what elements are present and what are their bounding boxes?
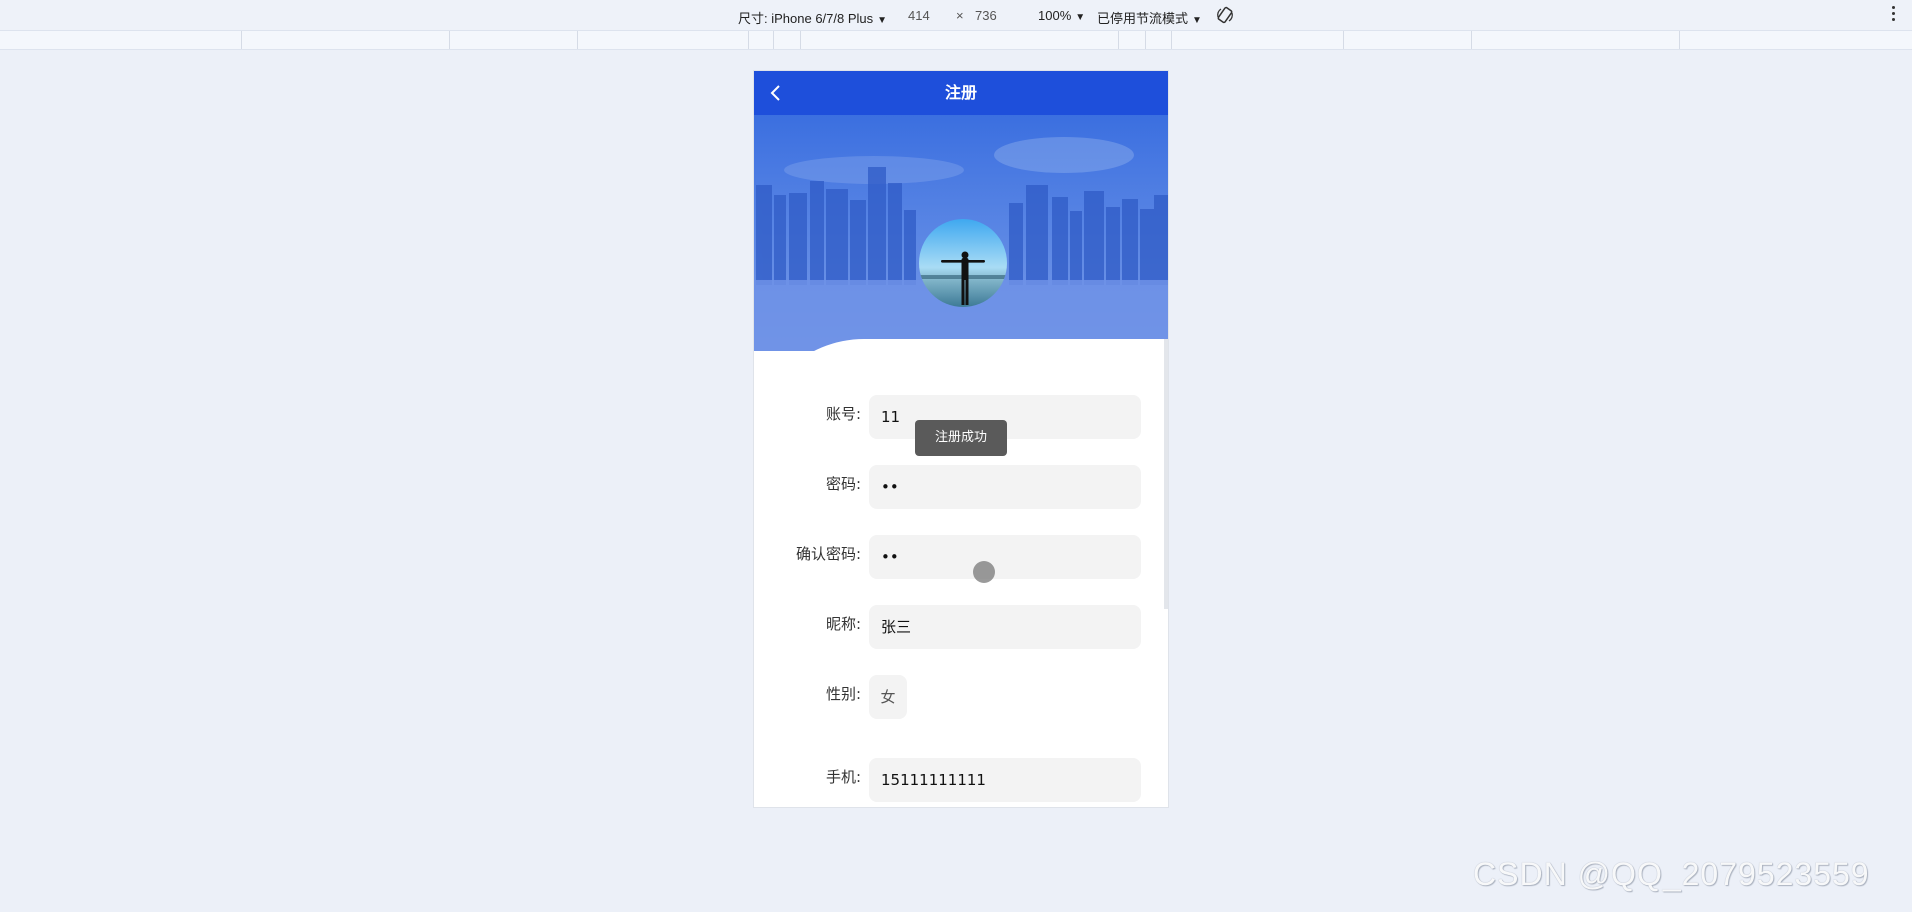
phone-label: 手机: [825, 768, 861, 786]
throttle-select[interactable]: 已停用节流模式 ▼ [1097, 8, 1202, 27]
zoom-select[interactable]: 100% ▼ [1038, 8, 1085, 23]
media-query-ruler [0, 31, 1912, 50]
gender-label: 性别: [825, 685, 861, 703]
device-select[interactable]: 尺寸: iPhone 6/7/8 Plus ▼ [738, 8, 887, 27]
phone-input[interactable]: 15111111111 [869, 758, 1141, 802]
toast-message: 注册成功 [915, 420, 1007, 456]
gender-picker[interactable]: 女 [869, 675, 907, 719]
caret-down-icon: ▼ [877, 15, 888, 26]
password-input[interactable]: •• [869, 465, 1141, 509]
nickname-label: 昵称: [825, 615, 861, 633]
throttle-label: 已停用节流模式 [1097, 11, 1189, 26]
touch-cursor [973, 561, 995, 583]
phone-viewport: 注册 账号: 11 密码: •• 确认密码: •• 昵称: 张三 性别: 女 手… [753, 70, 1169, 808]
rotate-icon[interactable] [1215, 5, 1235, 25]
times-sign: × [956, 8, 964, 23]
confirm-password-input[interactable]: •• [869, 535, 1141, 579]
zoom-label: 100% [1038, 8, 1072, 23]
nickname-input[interactable]: 张三 [869, 605, 1141, 649]
password-row: 密码: •• [754, 465, 1168, 509]
watermark: CSDN @QQ_2079523559 [1473, 856, 1870, 892]
phone-row: 手机: 15111111111 [754, 758, 1168, 802]
account-label: 账号: [825, 405, 861, 423]
more-vertical-icon[interactable] [1892, 6, 1896, 22]
device-label: 尺寸: iPhone 6/7/8 Plus [738, 11, 874, 26]
confirm-password-row: 确认密码: •• [754, 535, 1168, 579]
caret-down-icon: ▼ [1192, 15, 1202, 26]
gender-row: 性别: 女 [754, 675, 1168, 719]
password-label: 密码: [825, 475, 861, 493]
devtools-toolbar: 尺寸: iPhone 6/7/8 Plus ▼ 414 × 736 100% ▼ 已… [0, 0, 1912, 31]
width-input[interactable]: 414 [908, 8, 930, 23]
confirm-password-label: 确认密码: [795, 545, 861, 563]
nickname-row: 昵称: 张三 [754, 605, 1168, 649]
caret-down-icon: ▼ [1075, 12, 1086, 23]
height-input[interactable]: 736 [975, 8, 997, 23]
